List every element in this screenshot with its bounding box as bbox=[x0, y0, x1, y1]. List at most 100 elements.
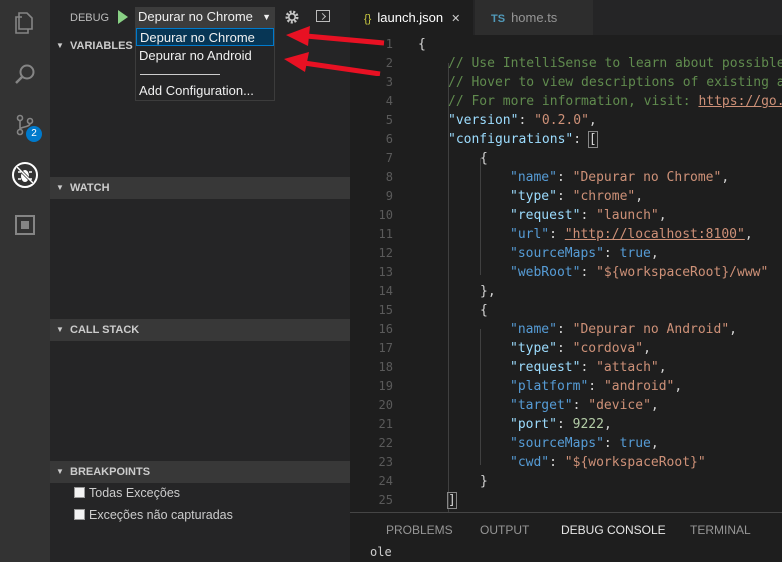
json-value: "Depurar no Android" bbox=[572, 322, 730, 337]
annotation-arrows bbox=[284, 26, 385, 76]
tab-label: launch.json bbox=[377, 10, 444, 25]
line-number: 24 bbox=[378, 474, 393, 488]
comment: // Use IntelliSense to learn about possi… bbox=[448, 56, 782, 71]
code-line: "name": "Depurar no Chrome", bbox=[510, 170, 730, 185]
code-line: }, bbox=[480, 284, 496, 299]
line-number: 19 bbox=[378, 379, 393, 393]
comment: // Hover to view descriptions of existin… bbox=[448, 75, 782, 90]
files-icon[interactable] bbox=[10, 8, 40, 38]
debug-label: DEBUG bbox=[70, 12, 110, 24]
editor-tab-bar: {} launch.json ✕ TS home.ts bbox=[350, 0, 782, 35]
json-value: "android" bbox=[603, 379, 675, 394]
json-key: "configurations" bbox=[448, 132, 574, 147]
checkbox[interactable] bbox=[74, 487, 85, 498]
code-line: { bbox=[480, 303, 488, 318]
search-icon[interactable] bbox=[10, 60, 40, 90]
code-line: "sourceMaps": true, bbox=[510, 436, 659, 451]
checkbox[interactable] bbox=[74, 509, 85, 520]
variables-title: VARIABLES bbox=[70, 40, 133, 52]
code-line: "version": "0.2.0", bbox=[448, 113, 597, 128]
comment-link[interactable]: https://go.m bbox=[698, 94, 782, 109]
line-number: 13 bbox=[378, 265, 393, 279]
code-line: "target": "device", bbox=[510, 398, 659, 413]
breakpoint-label: Todas Exceções bbox=[89, 486, 181, 500]
breakpoint-uncaught-exceptions[interactable]: Exceções não capturadas bbox=[74, 505, 334, 525]
comment: // For more information, visit: bbox=[448, 94, 699, 109]
json-value: true bbox=[619, 436, 651, 451]
line-number: 5 bbox=[385, 113, 393, 127]
open-console-icon[interactable] bbox=[316, 10, 330, 22]
line-number: 22 bbox=[378, 436, 393, 450]
tab-label: home.ts bbox=[511, 10, 558, 25]
code-line: "type": "chrome", bbox=[510, 189, 644, 204]
extensions-icon[interactable] bbox=[10, 210, 40, 240]
tab-terminal[interactable]: TERMINAL bbox=[690, 513, 751, 549]
json-value: "Depurar no Chrome" bbox=[572, 170, 722, 185]
json-value: "${workspaceRoot}" bbox=[564, 455, 706, 470]
line-number: 8 bbox=[385, 170, 393, 184]
dropdown-option-add-configuration[interactable]: Add Configuration... bbox=[136, 82, 274, 100]
line-number: 15 bbox=[378, 303, 393, 317]
line-number: 16 bbox=[378, 322, 393, 336]
chevron-down-icon: ▼ bbox=[56, 183, 64, 192]
json-value: "chrome" bbox=[572, 189, 636, 204]
line-number: 23 bbox=[378, 455, 393, 469]
code-line: "cwd": "${workspaceRoot}" bbox=[510, 455, 706, 470]
chevron-down-icon: ▼ bbox=[56, 467, 64, 476]
debug-console-output: ole bbox=[350, 545, 782, 562]
line-number: 20 bbox=[378, 398, 393, 412]
json-value: 9222 bbox=[572, 417, 604, 432]
code-line: // For more information, visit: https://… bbox=[448, 92, 782, 111]
code-line: "platform": "android", bbox=[510, 379, 683, 394]
code-line: { bbox=[480, 151, 488, 166]
line-number: 7 bbox=[385, 151, 393, 165]
indent-guide bbox=[480, 329, 481, 465]
chevron-down-icon: ▼ bbox=[262, 12, 271, 22]
dropdown-option-chrome[interactable]: Depurar no Chrome bbox=[136, 28, 274, 46]
indent-guide bbox=[480, 158, 481, 275]
line-number: 21 bbox=[378, 417, 393, 431]
json-value: true bbox=[619, 246, 651, 261]
json-value: "launch" bbox=[596, 208, 659, 223]
launch-config-select[interactable]: Depurar no Chrome ▼ bbox=[135, 7, 275, 27]
code-line: } bbox=[480, 474, 488, 489]
code-line: "url": "http://localhost:8100", bbox=[510, 227, 753, 242]
code-line: ] bbox=[447, 492, 457, 509]
breakpoints-title: BREAKPOINTS bbox=[70, 466, 151, 478]
selected-config-label: Depurar no Chrome bbox=[138, 9, 253, 24]
code-line: "request": "attach", bbox=[510, 360, 667, 375]
code-line: "type": "cordova", bbox=[510, 341, 651, 356]
tab-problems[interactable]: PROBLEMS bbox=[386, 513, 453, 549]
start-debugging-button[interactable] bbox=[118, 10, 128, 24]
tab-home-ts[interactable]: TS home.ts bbox=[475, 0, 593, 35]
close-icon[interactable]: ✕ bbox=[451, 13, 460, 25]
line-number: 17 bbox=[378, 341, 393, 355]
code-editor[interactable]: 1 2 3 4 5 6 7 8 9 10 11 12 13 14 15 16 1… bbox=[350, 35, 782, 512]
json-value: "${workspaceRoot}/www" bbox=[596, 265, 769, 280]
dropdown-option-android[interactable]: Depurar no Android bbox=[136, 47, 274, 65]
line-number: 18 bbox=[378, 360, 393, 374]
code-line: "request": "launch", bbox=[510, 208, 667, 223]
line-number: 14 bbox=[378, 284, 393, 298]
json-value: "cordova" bbox=[572, 341, 644, 356]
call-stack-panel-header[interactable]: ▼ CALL STACK bbox=[50, 319, 350, 341]
debug-icon[interactable] bbox=[10, 160, 40, 190]
code-line: // Use IntelliSense to learn about possi… bbox=[448, 54, 782, 73]
tab-debug-console[interactable]: DEBUG CONSOLE bbox=[561, 513, 666, 549]
line-number: 4 bbox=[385, 94, 393, 108]
tab-output[interactable]: OUTPUT bbox=[480, 513, 529, 549]
breakpoint-all-exceptions[interactable]: Todas Exceções bbox=[74, 483, 334, 503]
json-file-icon: {} bbox=[364, 13, 372, 25]
code-line: { bbox=[418, 37, 426, 52]
code-line: "port": 9222, bbox=[510, 417, 612, 432]
watch-panel-header[interactable]: ▼ WATCH bbox=[50, 177, 350, 199]
json-value[interactable]: "http://localhost:8100" bbox=[565, 227, 745, 242]
gear-icon[interactable] bbox=[284, 9, 300, 25]
breakpoints-panel-header[interactable]: ▼ BREAKPOINTS bbox=[50, 461, 350, 483]
code-line: "configurations": [ bbox=[448, 131, 598, 148]
breakpoint-label: Exceções não capturadas bbox=[89, 508, 233, 522]
activity-bar: 2 bbox=[0, 0, 50, 562]
json-value: "attach" bbox=[596, 360, 659, 375]
call-stack-title: CALL STACK bbox=[70, 324, 140, 336]
code-line: "webRoot": "${workspaceRoot}/www" bbox=[510, 265, 769, 280]
